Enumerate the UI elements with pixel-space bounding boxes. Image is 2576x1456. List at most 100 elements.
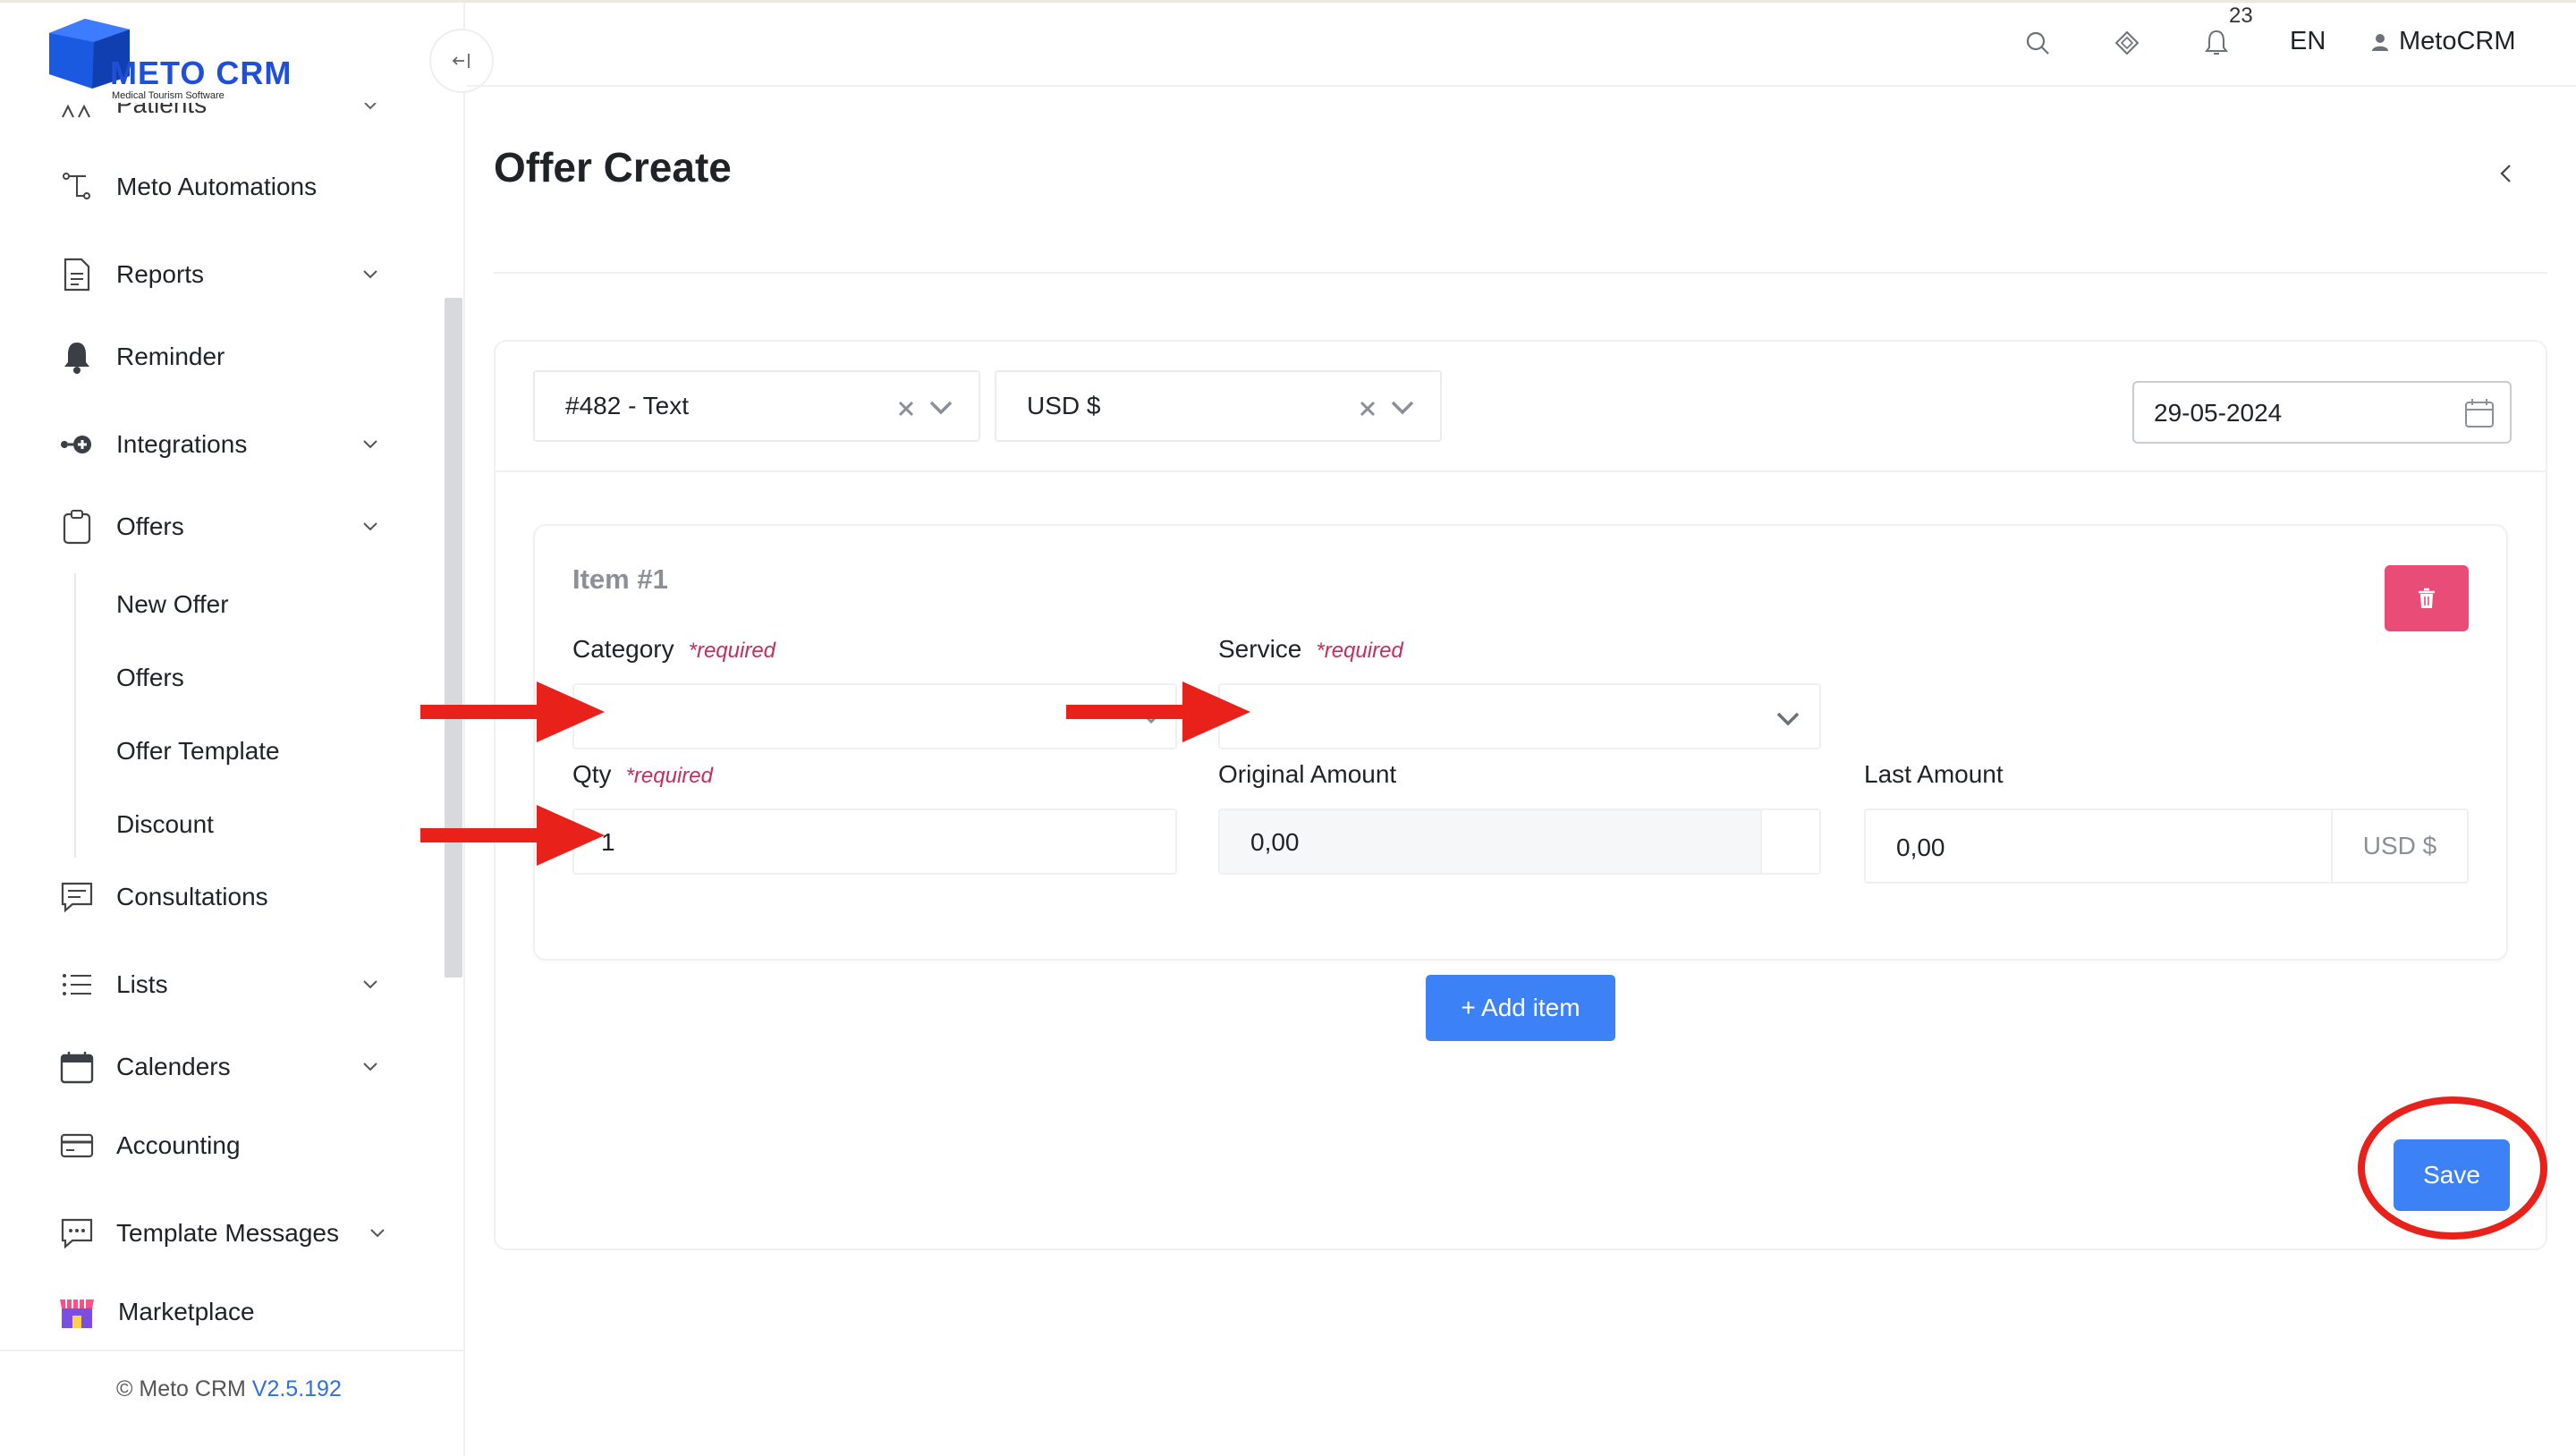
sidebar-divider [0,1350,463,1351]
message-icon [57,1214,97,1253]
sidebar-item-label: Offers [116,512,184,540]
currency-select[interactable]: USD $ [995,370,1442,442]
title-divider [494,272,2547,274]
sidebar-item-marketplace[interactable]: Marketplace [57,1287,397,1337]
sidebar-footer: © Meto CRM V2.5.192 [116,1376,342,1401]
original-amount-input[interactable]: 0,00 [1218,808,1821,875]
language-selector[interactable]: EN [2290,27,2326,56]
top-header [467,3,2576,87]
chevron-down-icon [363,270,377,279]
user-icon [2372,33,2388,51]
user-name: MetoCRM [2399,27,2516,55]
chevron-down-icon [364,103,377,110]
required-hint: *required [1316,639,1403,663]
calendar-icon[interactable] [2462,395,2497,431]
submenu-item-offer-template[interactable]: Offer Template [116,729,280,774]
patient-select[interactable]: #482 - Text [533,370,980,442]
sidebar-item-label: Calenders [116,1053,231,1080]
sidebar: METO CRM Medical Tourism Software Patien… [0,3,465,1456]
diamond-icon[interactable] [2109,25,2145,61]
sidebar-item-label: Meto Automations [116,173,318,200]
card-divider [494,470,2547,472]
sidebar-item-label: Integrations [116,430,248,458]
list-icon [57,965,97,1004]
sidebar-item-reminder[interactable]: Reminder [57,332,397,382]
sidebar-item-offers[interactable]: Offers [57,502,397,552]
clipboard-icon [57,507,97,546]
back-button[interactable] [2490,157,2522,190]
chevron-down-icon [363,440,377,449]
submenu-item-new-offer[interactable]: New Offer [116,582,229,627]
annotation-circle [2358,1096,2547,1240]
sidebar-scrollbar[interactable] [445,298,462,978]
notification-count: 23 [2229,4,2253,28]
document-icon [57,255,97,294]
original-amount-label: Original Amount [1218,760,1397,788]
currency-addon: USD $ [2331,810,2467,882]
brand-name: METO CRM [110,55,292,91]
search-icon[interactable] [2020,25,2055,61]
sidebar-item-label: Consultations [116,883,268,910]
offer-date-input[interactable]: 29-05-2024 [2132,381,2512,444]
version-link[interactable]: V2.5.192 [252,1376,342,1401]
chevron-down-icon [1391,401,1414,415]
notification-bell-icon[interactable] [2199,25,2234,61]
sidebar-item-label: Reminder [116,343,225,370]
trash-icon [2419,588,2435,608]
required-hint: *required [625,764,713,788]
sidebar-item-label: Lists [116,970,168,998]
sidebar-item-label: Accounting [116,1131,241,1159]
chevron-down-icon [370,1229,385,1238]
chevron-down-icon [363,980,377,989]
automation-icon [57,167,97,207]
item-title: Item #1 [572,563,668,595]
page-title: Offer Create [494,144,732,190]
logo[interactable]: METO CRM Medical Tourism Software [49,17,318,106]
submenu-item-offers[interactable]: Offers [116,656,184,700]
chevron-down-icon [363,1062,377,1071]
calendar-icon [57,1047,97,1087]
sidebar-item-reports[interactable]: Reports [57,250,397,300]
sidebar-item-patients[interactable]: Patients [57,103,397,123]
card-icon [57,1126,97,1165]
integrations-icon [57,425,97,464]
sidebar-item-accounting[interactable]: Accounting [57,1121,397,1171]
sidebar-item-calenders[interactable]: Calenders [57,1042,397,1092]
qty-input[interactable]: 1 [572,808,1177,875]
category-label: Category *required [572,635,776,663]
chevron-down-icon [363,522,377,531]
original-amount-addon [1760,810,1819,873]
sidebar-item-label: Marketplace [118,1298,255,1325]
sidebar-item-label: Template Messages [116,1219,340,1247]
qty-label: Qty *required [572,760,713,788]
service-select[interactable] [1218,683,1821,749]
sidebar-item-lists[interactable]: Lists [57,960,397,1010]
annotation-arrow [420,681,605,742]
submenu-line [74,573,76,858]
add-item-button[interactable]: + Add item [1426,975,1615,1041]
sidebar-item-meto-automations[interactable]: Meto Automations [57,162,397,212]
chevron-down-icon [929,401,953,415]
sidebar-item-template-messages[interactable]: Template Messages [57,1208,397,1258]
chat-icon [57,877,97,917]
clear-icon[interactable] [1358,399,1377,419]
last-amount-input[interactable]: 0,00 USD $ [1864,808,2469,884]
required-hint: *required [688,639,776,663]
store-icon [57,1292,97,1332]
patients-icon [62,104,90,118]
annotation-arrow [420,805,605,866]
chevron-left-icon [2500,165,2511,182]
sidebar-item-label: Reports [116,260,205,288]
user-menu[interactable]: MetoCRM [2370,27,2516,56]
clear-icon[interactable] [896,399,916,419]
annotation-arrow [1066,681,1250,742]
bell-icon [57,337,97,377]
last-amount-label: Last Amount [1864,760,2004,788]
chevron-down-icon [1776,712,1800,726]
sidebar-item-integrations[interactable]: Integrations [57,419,397,470]
brand-tagline: Medical Tourism Software [112,90,225,101]
service-label: Service *required [1218,635,1403,663]
sidebar-item-consultations[interactable]: Consultations [57,872,397,922]
submenu-item-discount[interactable]: Discount [116,802,214,847]
delete-item-button[interactable] [2385,565,2469,631]
